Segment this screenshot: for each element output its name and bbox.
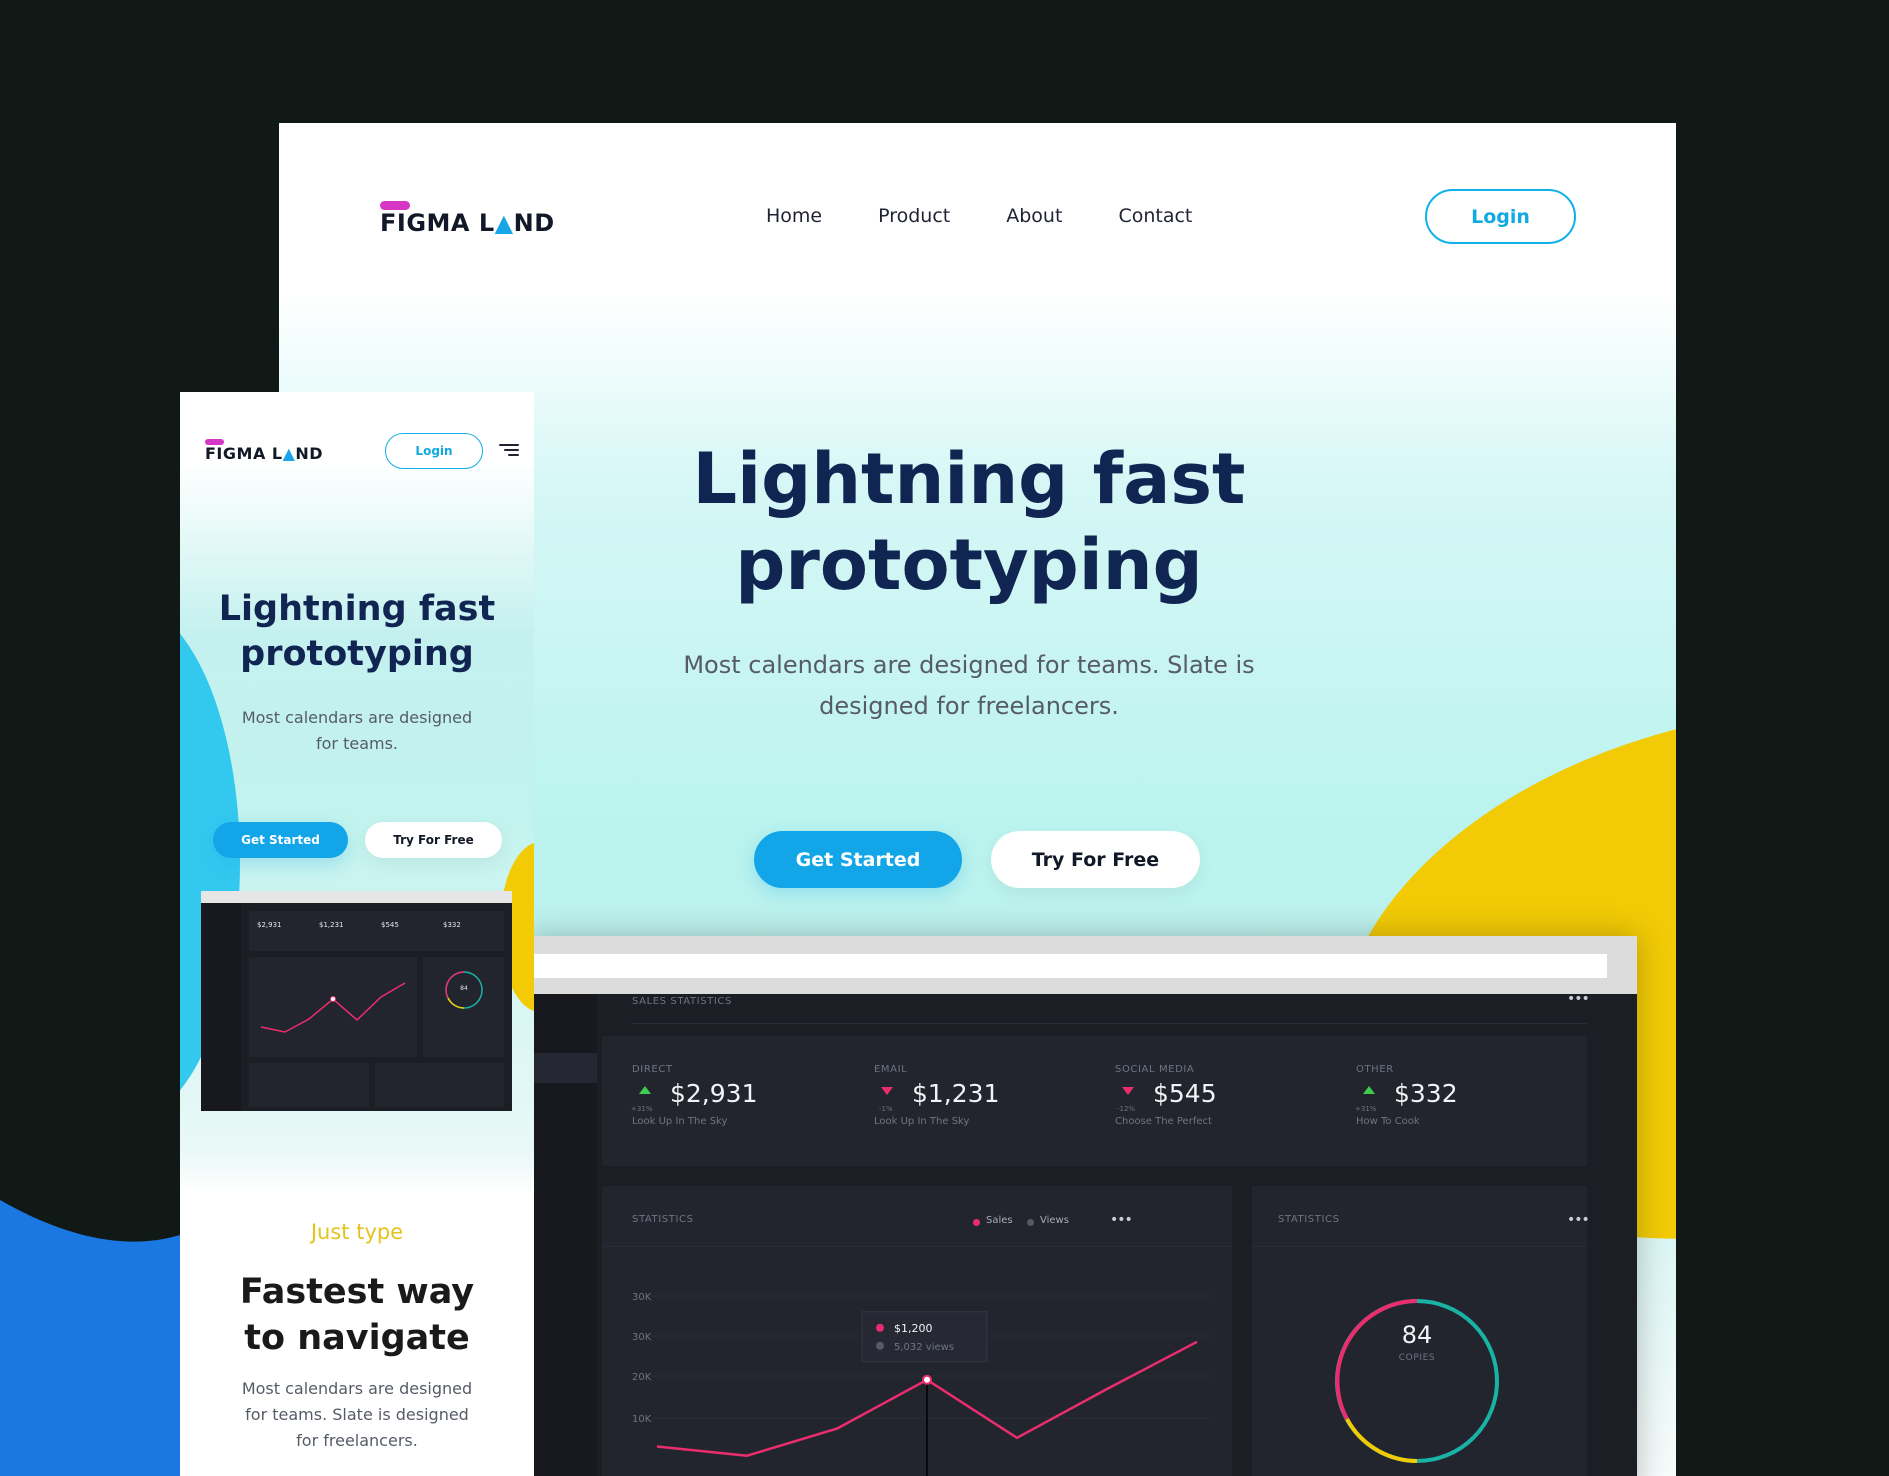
hero-subtitle-line-2: designed for freelancers. — [819, 692, 1119, 720]
mobile-login-button[interactable]: Login — [385, 433, 483, 469]
divider — [632, 1023, 1587, 1024]
channel-value: $332 — [1394, 1079, 1458, 1108]
mini-donut-value: 84 — [460, 985, 468, 992]
more-icon[interactable]: ••• — [1567, 991, 1590, 1007]
section-body-line-1: Most calendars are designed — [241, 1379, 473, 1398]
tooltip-views: 5,032 views — [894, 1342, 954, 1353]
channel-label: OTHER — [1356, 1064, 1394, 1075]
divider — [602, 1246, 1232, 1247]
mini-sidebar — [201, 903, 241, 1111]
sales-legend-label[interactable]: Sales — [986, 1215, 1013, 1226]
mobile-hero-subtitle-line-2: for teams. — [315, 734, 398, 753]
logo-text: FIGMA L▲ND — [380, 209, 555, 237]
mobile-brand-logo[interactable]: FIGMA L▲ND — [205, 439, 365, 469]
nav-about-link[interactable]: About — [1006, 205, 1062, 227]
channel-value: $2,931 — [670, 1079, 758, 1108]
get-started-button[interactable]: Get Started — [754, 831, 962, 888]
nav-product-link[interactable]: Product — [878, 205, 950, 227]
channel-value: $545 — [1153, 1079, 1217, 1108]
y-tick-label: 10K — [632, 1414, 652, 1425]
mobile-get-started-button[interactable]: Get Started — [213, 822, 348, 858]
donut-value: 84 — [1401, 1321, 1433, 1349]
channel-change: +31% — [1355, 1105, 1377, 1113]
browser-address-bar — [527, 954, 1607, 978]
hero-title: Lightning fast prototyping — [579, 436, 1359, 608]
channel-value: $1,231 — [912, 1079, 1000, 1108]
logo-triangle-icon: ▲ — [494, 209, 514, 237]
y-tick-label: 20K — [632, 1372, 652, 1383]
mini-line-chart — [260, 982, 406, 1033]
hero-subtitle: Most calendars are designed for teams. S… — [649, 645, 1289, 727]
sidebar-active-item[interactable] — [527, 1053, 597, 1083]
mobile-landing-page: FIGMA L▲ND Login Lightning fast prototyp… — [180, 392, 534, 1476]
sales-legend-dot — [973, 1219, 980, 1226]
more-icon[interactable]: ••• — [1567, 1212, 1590, 1228]
mobile-hero-subtitle: Most calendars are designed for teams. — [230, 705, 484, 757]
mini-list-card — [375, 1063, 504, 1107]
channel-label: SOCIAL MEDIA — [1115, 1064, 1195, 1075]
section-body: Most calendars are designed for teams. S… — [230, 1376, 484, 1454]
donut-ring-yellow — [1345, 1418, 1418, 1463]
hero-subtitle-line-1: Most calendars are designed for teams. S… — [683, 651, 1255, 679]
channel-caption: Look Up In The Sky — [874, 1116, 970, 1127]
channel-caption: Look Up In The Sky — [632, 1116, 728, 1127]
mini-stat: $332 — [443, 921, 461, 929]
section-body-line-2: for teams. Slate is designed — [245, 1405, 469, 1424]
brand-logo[interactable]: FIGMA L▲ND — [380, 201, 580, 241]
chart-tooltip: $1,200 5,032 views — [861, 1311, 988, 1363]
divider — [1252, 1246, 1587, 1247]
channel-change: -12% — [1117, 1105, 1136, 1113]
sales-data-point[interactable] — [922, 1374, 932, 1385]
donut-label: COPIES — [1398, 1353, 1436, 1363]
section-eyebrow: Just type — [310, 1220, 404, 1244]
donut-chart — [1335, 1299, 1499, 1463]
channel-label: DIRECT — [632, 1064, 673, 1075]
browser-chrome — [527, 936, 1637, 994]
login-button[interactable]: Login — [1425, 189, 1576, 244]
section-title-line-1: Fastest way — [239, 1272, 475, 1312]
tooltip-value: $1,200 — [894, 1322, 933, 1335]
mini-stat: $1,231 — [319, 921, 344, 929]
sales-line-chart: 30K 30K 20K 10K $1,200 5,032 views — [632, 1292, 1212, 1476]
channel-change: -1% — [879, 1105, 893, 1113]
y-tick-label: 30K — [632, 1332, 652, 1343]
mini-browser-chrome — [201, 891, 512, 903]
mobile-hero-title-line-2: prototyping — [240, 634, 474, 674]
mini-stats-card — [249, 911, 504, 951]
mobile-hero-title-line-1: Lightning fast — [218, 589, 496, 629]
channel-caption: Choose The Perfect — [1115, 1116, 1212, 1127]
channel-label: EMAIL — [874, 1064, 908, 1075]
views-legend-dot — [1027, 1219, 1034, 1226]
main-nav: Home Product About Contact — [766, 205, 1192, 227]
section-body-line-3: for freelancers. — [296, 1431, 418, 1450]
y-tick-label: 30K — [632, 1292, 652, 1303]
mobile-hero-title: Lightning fast prototyping — [200, 587, 514, 677]
mobile-try-for-free-button[interactable]: Try For Free — [365, 822, 502, 858]
mini-stat: $545 — [381, 921, 399, 929]
logo-text: FIGMA L▲ND — [205, 444, 324, 463]
section-title-line-2: to navigate — [244, 1318, 470, 1358]
logo-triangle-icon: ▲ — [282, 444, 296, 463]
hero-title-line-2: prototyping — [735, 524, 1203, 606]
sales-statistics-title: SALES STATISTICS — [632, 996, 732, 1007]
try-for-free-button[interactable]: Try For Free — [991, 831, 1200, 888]
mini-stat: $2,931 — [257, 921, 282, 929]
nav-home-link[interactable]: Home — [766, 205, 822, 227]
more-icon[interactable]: ••• — [1110, 1212, 1133, 1228]
donut-card-title: STATISTICS — [1278, 1214, 1340, 1225]
channel-caption: How To Cook — [1356, 1116, 1420, 1127]
hamburger-menu-icon[interactable] — [499, 444, 519, 458]
mobile-dashboard-preview: $2,931 $1,231 $545 $332 84 — [201, 891, 512, 1111]
nav-contact-link[interactable]: Contact — [1118, 205, 1192, 227]
statistics-title: STATISTICS — [632, 1214, 694, 1225]
dashboard-preview: SALES STATISTICS ••• DIRECT +31% $2,931 … — [527, 936, 1637, 1476]
mobile-hero-subtitle-line-1: Most calendars are designed — [241, 708, 473, 727]
mini-list-card — [249, 1063, 369, 1107]
views-legend-label[interactable]: Views — [1040, 1215, 1069, 1226]
hero-title-line-1: Lightning fast — [692, 438, 1246, 520]
section-title: Fastest way to navigate — [200, 1269, 514, 1361]
channel-change: +31% — [631, 1105, 653, 1113]
